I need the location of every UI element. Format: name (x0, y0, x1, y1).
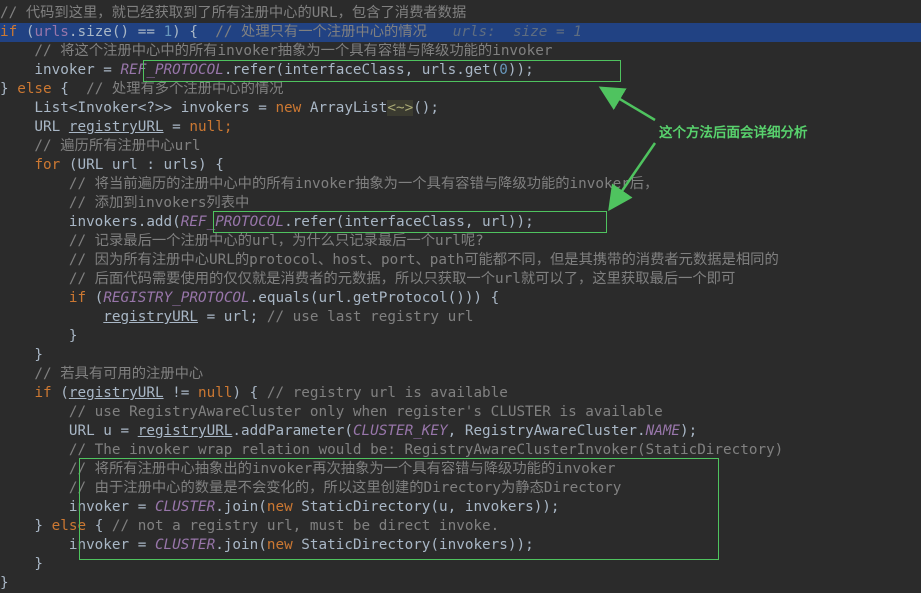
annotation-arrows (598, 86, 657, 212)
arrow-to-loop-refer (608, 142, 657, 212)
arrow-to-single-refer (598, 86, 656, 122)
annotation-label: 这个方法后面会详细分析 (659, 125, 808, 141)
